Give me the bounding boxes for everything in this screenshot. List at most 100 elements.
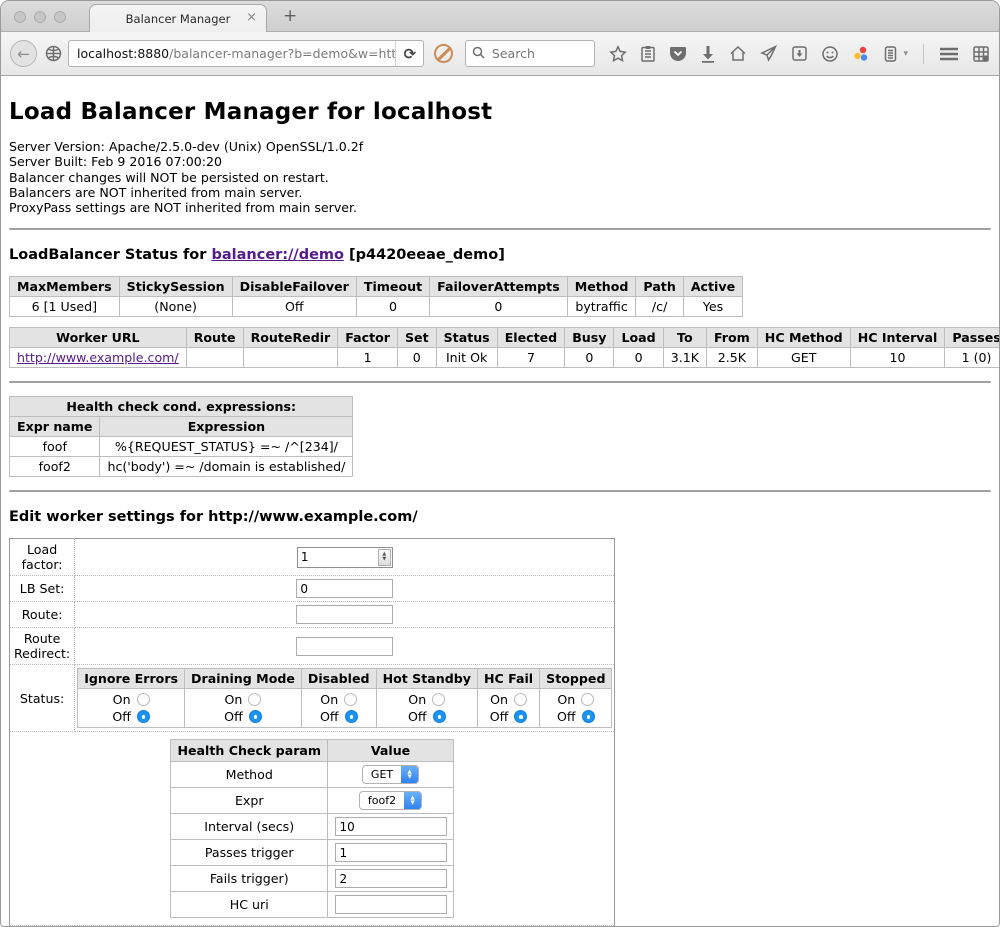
fails-input[interactable]: [335, 869, 447, 888]
back-button[interactable]: ←: [10, 40, 37, 67]
lb-set-row: LB Set:: [10, 576, 615, 602]
bookmark-star-icon[interactable]: [609, 45, 627, 63]
status-heading-suffix: [p4420eeae_demo]: [344, 247, 505, 263]
disabled-on-radio[interactable]: [344, 693, 357, 706]
col-worker-url: Worker URL: [10, 328, 187, 348]
reading-list-icon[interactable]: [640, 45, 656, 63]
downloads-icon[interactable]: [700, 45, 716, 63]
col-maxmembers: MaxMembers: [10, 277, 120, 297]
send-tab-icon[interactable]: [760, 45, 778, 62]
col-factor: Factor: [338, 328, 398, 348]
toolbar-icons: ▾: [609, 44, 990, 64]
reload-icon: ⟳: [404, 45, 417, 63]
route-redirect-input[interactable]: [296, 637, 393, 656]
hc-fail-off-radio[interactable]: [514, 710, 527, 723]
ignore-errors-radios: On Off: [78, 689, 185, 728]
save-page-icon[interactable]: [791, 45, 808, 62]
hot-standby-on-radio[interactable]: [432, 693, 445, 706]
expr-row: foof %{REQUEST_STATUS} =~ /^[234]/: [10, 437, 353, 457]
expr-name-foof: foof: [10, 437, 100, 457]
lb-set-label: LB Set:: [10, 576, 75, 602]
tab-balancer-manager[interactable]: Balancer Manager ×: [89, 4, 267, 32]
load-factor-label: Load factor:: [10, 539, 75, 576]
url-bar[interactable]: localhost:8880/balancer-manager?b=demo&w…: [68, 40, 424, 67]
route-value: [186, 348, 243, 368]
container-extension-icon[interactable]: [883, 45, 898, 63]
col-ignore-errors: Ignore Errors: [78, 669, 185, 689]
col-hot-standby: Hot Standby: [376, 669, 477, 689]
select-arrows-icon: ▲▼: [404, 791, 421, 810]
section-divider: [9, 490, 991, 492]
path-value: /c/: [636, 297, 683, 317]
minimize-window-button[interactable]: [34, 11, 46, 23]
col-stickysession: StickySession: [119, 277, 232, 297]
search-input[interactable]: [490, 45, 580, 62]
search-bar[interactable]: [465, 40, 596, 67]
col-passes: Passes: [945, 328, 1000, 348]
ignore-errors-on-radio[interactable]: [137, 693, 150, 706]
window-controls: [14, 11, 66, 23]
forum-smiley-icon[interactable]: [821, 45, 839, 63]
stopped-off-radio[interactable]: [582, 710, 595, 723]
load-value: 0: [614, 348, 663, 368]
disabled-off-radio[interactable]: [345, 710, 358, 723]
select-arrows-icon: ▲▼: [401, 765, 418, 784]
hc-uri-input[interactable]: [335, 895, 447, 914]
browser-window: Balancer Manager × + ← localhost:8880/ba…: [0, 0, 1000, 927]
tab-bar: Balancer Manager × +: [1, 1, 999, 32]
expression-foof: %{REQUEST_STATUS} =~ /^[234]/: [100, 437, 353, 457]
pocket-icon[interactable]: [669, 45, 687, 62]
expr-select[interactable]: foof2 ▲▼: [359, 791, 422, 810]
on-label: On: [320, 691, 338, 708]
col-disabled: Disabled: [301, 669, 376, 689]
expr-select-value: foof2: [360, 794, 404, 807]
ignore-errors-off-radio[interactable]: [137, 710, 150, 723]
tab-close-icon[interactable]: ×: [246, 10, 257, 25]
navigation-toolbar: ← localhost:8880/balancer-manager?b=demo…: [1, 32, 999, 76]
col-hc-interval: HC Interval: [850, 328, 945, 348]
draining-mode-on-radio[interactable]: [248, 693, 261, 706]
worker-url-link[interactable]: http://www.example.com/: [17, 350, 179, 365]
col-hc-fail: HC Fail: [477, 669, 539, 689]
menu-hamburger-icon[interactable]: [939, 47, 959, 61]
number-stepper-icon[interactable]: ▲▼: [378, 549, 391, 566]
stopped-on-radio[interactable]: [581, 693, 594, 706]
url-text[interactable]: localhost:8880/balancer-manager?b=demo&w…: [69, 46, 395, 61]
back-icon: ←: [17, 45, 30, 63]
from-value: 2.5K: [706, 348, 757, 368]
passes-input[interactable]: [335, 843, 447, 862]
expr-row: foof2 hc('body') =~ /domain is establish…: [10, 457, 353, 477]
interval-input[interactable]: [335, 817, 447, 836]
draining-mode-off-radio[interactable]: [249, 710, 262, 723]
overflow-caret-icon[interactable]: ▾: [903, 49, 908, 59]
col-method: Method: [567, 277, 636, 297]
route-input[interactable]: [296, 605, 393, 624]
on-label: On: [225, 691, 243, 708]
expr-name-foof2: foof2: [10, 457, 100, 477]
hc-fail-on-radio[interactable]: [514, 693, 527, 706]
method-select[interactable]: GET ▲▼: [362, 765, 419, 784]
reload-button[interactable]: ⟳: [395, 41, 423, 66]
tiles-grid-icon[interactable]: [972, 45, 990, 63]
home-icon[interactable]: [729, 45, 747, 62]
off-label: Off: [320, 708, 339, 725]
disablefailover-value: Off: [232, 297, 356, 317]
timeout-value: 0: [356, 297, 429, 317]
url-domain: localhost:8880: [77, 46, 169, 61]
close-window-button[interactable]: [14, 11, 26, 23]
colorful-extension-icon[interactable]: [852, 45, 870, 63]
balancer-demo-link[interactable]: balancer://demo: [211, 247, 344, 263]
load-factor-input[interactable]: [298, 550, 378, 564]
proxypass-note-line: ProxyPass settings are NOT inherited fro…: [9, 200, 991, 215]
content-blocker-icon[interactable]: [434, 44, 452, 63]
on-label: On: [408, 691, 426, 708]
status-heading-prefix: LoadBalancer Status for: [9, 247, 211, 263]
site-identity-globe-icon[interactable]: [45, 45, 62, 62]
col-to: To: [663, 328, 706, 348]
col-path: Path: [636, 277, 683, 297]
lb-set-input[interactable]: [296, 579, 393, 598]
hot-standby-off-radio[interactable]: [433, 710, 446, 723]
zoom-window-button[interactable]: [54, 11, 66, 23]
server-info: Server Version: Apache/2.5.0-dev (Unix) …: [9, 139, 991, 215]
new-tab-button[interactable]: +: [283, 6, 297, 26]
